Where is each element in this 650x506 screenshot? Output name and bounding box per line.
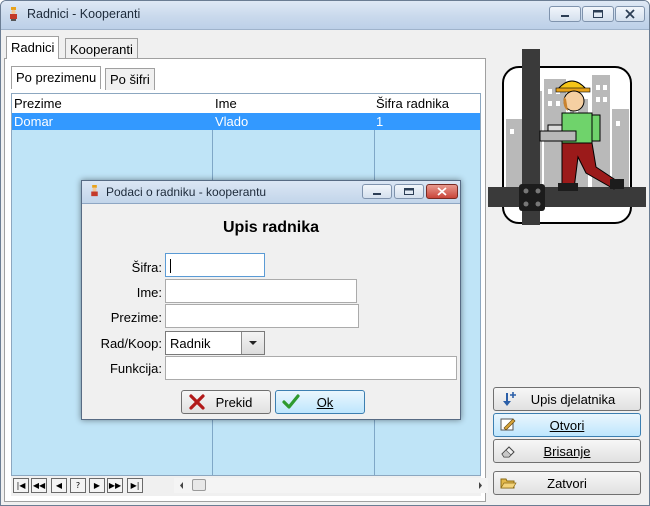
upis-djelatnika-button[interactable]: Upis djelatnika (493, 387, 641, 411)
radkoop-select[interactable]: Radnik (165, 331, 265, 355)
zatvori-button[interactable]: Zatvori (493, 471, 641, 495)
construction-worker-picture (488, 49, 646, 225)
title-bar: Radnici - Kooperanti (1, 1, 649, 30)
column-header-sifra[interactable]: Šifra radnika (376, 96, 449, 111)
cell-ime: Vlado (215, 114, 249, 129)
prekid-label: Prekid (215, 395, 253, 410)
chevron-down-icon (249, 341, 257, 345)
table-row[interactable]: Domar Vlado 1 (12, 113, 480, 130)
column-header-ime[interactable]: Ime (215, 96, 237, 111)
upis-djelatnika-label: Upis djelatnika (530, 392, 616, 407)
ime-field[interactable] (165, 279, 357, 303)
worker-dialog: Podaci o radniku - kooperantu Upis radni… (81, 180, 461, 420)
prezime-field[interactable] (165, 304, 359, 328)
minimize-icon (561, 15, 569, 17)
radkoop-value: Radnik (170, 336, 211, 351)
prekid-button[interactable]: Prekid (181, 390, 271, 414)
dropdown-button[interactable] (241, 332, 264, 354)
radkoop-label: Rad/Koop: (100, 336, 162, 351)
record-navigator: |◀ ◀◀ ◀ ? ▶ ▶▶ ▶| (11, 476, 488, 496)
ok-button[interactable]: Ok (275, 390, 365, 414)
ok-label: Ok (316, 395, 334, 410)
maximize-icon (404, 188, 414, 195)
ime-input[interactable] (166, 280, 356, 302)
dialog-maximize-button[interactable] (394, 184, 424, 199)
zatvori-label: Zatvori (547, 476, 587, 491)
tab-radnici[interactable]: Radnici (6, 36, 60, 59)
sifra-input[interactable] (166, 254, 264, 276)
scroll-left-icon[interactable] (177, 478, 187, 493)
dialog-minimize-button[interactable] (362, 184, 392, 199)
nav-prev-button[interactable]: ◀ (51, 478, 67, 493)
text-cursor (170, 259, 171, 273)
tab-kooperanti[interactable]: Kooperanti (65, 38, 138, 60)
prezime-label: Prezime: (110, 310, 162, 325)
nav-first-button[interactable]: |◀ (13, 478, 29, 493)
cell-sifra: 1 (376, 114, 384, 129)
minimize-button[interactable] (549, 6, 581, 22)
maximize-button[interactable] (582, 6, 614, 22)
nav-last-button[interactable]: ▶| (127, 478, 143, 493)
window-title: Radnici - Kooperanti (27, 7, 141, 21)
nav-help-button[interactable]: ? (70, 478, 86, 493)
horizontal-scrollbar[interactable] (174, 478, 488, 493)
brisanje-button[interactable]: Brisanje (493, 439, 641, 463)
scroll-thumb[interactable] (192, 479, 206, 491)
grid-header: Prezime Ime Šifra radnika (12, 94, 480, 114)
column-header-prezime[interactable]: Prezime (14, 96, 62, 111)
minimize-icon (373, 193, 381, 195)
dialog-close-button[interactable] (426, 184, 458, 199)
nav-next-button[interactable]: ▶ (89, 478, 105, 493)
prezime-input[interactable] (166, 305, 358, 327)
ime-label: Ime: (136, 285, 162, 300)
dialog-heading: Upis radnika (222, 219, 320, 236)
maximize-icon (593, 10, 603, 18)
close-icon (437, 187, 447, 196)
dialog-app-icon (91, 185, 98, 197)
brisanje-label: Brisanje (543, 444, 591, 459)
cell-prezime: Domar (14, 114, 54, 129)
otvori-label: Otvori (549, 418, 585, 433)
main-window: Radnici - Kooperanti Radnici Kooperanti … (0, 0, 650, 506)
close-icon (625, 9, 635, 19)
nav-prev-page-button[interactable]: ◀◀ (31, 478, 47, 493)
scroll-right-icon[interactable] (475, 478, 485, 493)
sifra-label: Šifra: (131, 260, 162, 275)
nav-next-page-button[interactable]: ▶▶ (107, 478, 123, 493)
sifra-field[interactable] (165, 253, 265, 277)
otvori-button[interactable]: Otvori (493, 413, 641, 437)
funkcija-input[interactable] (166, 357, 456, 379)
app-icon (10, 7, 17, 21)
dialog-title: Podaci o radniku - kooperantu (106, 185, 267, 199)
close-button[interactable] (615, 6, 645, 22)
funkcija-label: Funkcija: (109, 361, 162, 376)
dialog-title-bar: Podaci o radniku - kooperantu (82, 181, 460, 204)
tab-po-prezimenu[interactable]: Po prezimenu (11, 66, 102, 89)
funkcija-field[interactable] (165, 356, 457, 380)
tab-po-sifri[interactable]: Po šifri (105, 68, 155, 90)
